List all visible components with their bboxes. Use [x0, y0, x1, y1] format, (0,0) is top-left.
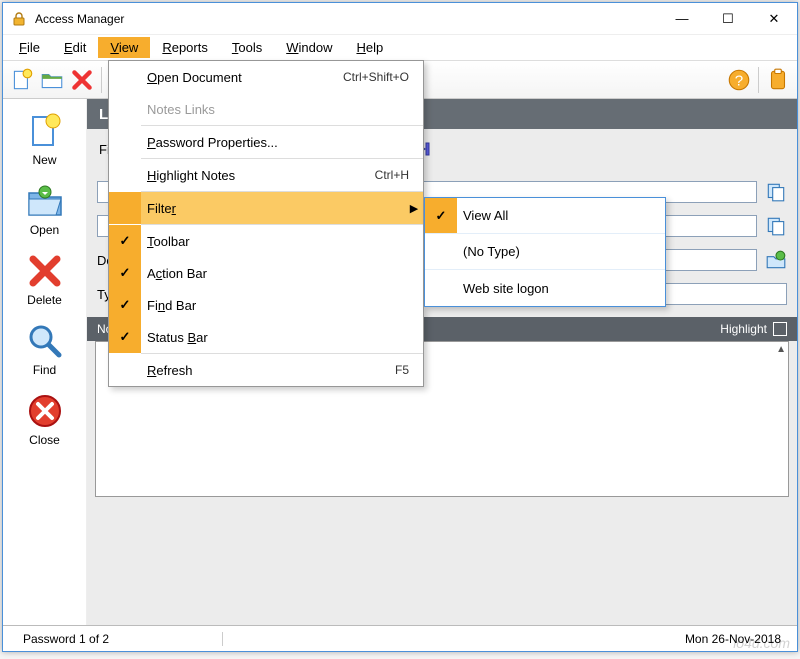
highlight-label: Highlight: [720, 322, 767, 336]
highlight-checkbox[interactable]: [773, 322, 787, 336]
open-button[interactable]: Open: [13, 177, 77, 241]
menubar: File Edit View Reports Tools Window Help: [3, 35, 797, 61]
menu-highlight-notes[interactable]: Highlight Notes Ctrl+H: [109, 159, 423, 191]
menu-toggle-actionbar[interactable]: ✓ Action Bar: [109, 257, 423, 289]
toolbar-separator: [758, 67, 759, 93]
status-left: Password 1 of 2: [3, 632, 223, 646]
maximize-button[interactable]: ☐: [705, 4, 751, 34]
close-button[interactable]: Close: [13, 387, 77, 451]
status-right: Mon 26-Nov-2018: [669, 632, 797, 646]
menu-help[interactable]: Help: [344, 37, 395, 58]
magnifier-icon: [25, 321, 65, 361]
menu-window[interactable]: Window: [274, 37, 344, 58]
check-icon: ✓: [120, 329, 131, 345]
menu-open-document[interactable]: Open Document Ctrl+Shift+O: [109, 61, 423, 93]
titlebar: Access Manager — ☐ ✕: [3, 3, 797, 35]
lock-icon: [11, 11, 27, 27]
check-icon: ✓: [120, 233, 131, 249]
scroll-up-icon[interactable]: ▲: [776, 344, 786, 355]
filter-submenu: ✓ View All (No Type) Web site logon: [424, 197, 666, 307]
check-icon: ✓: [120, 297, 131, 313]
window-title: Access Manager: [35, 12, 659, 26]
tb-open-icon[interactable]: [39, 67, 65, 93]
delete-x-icon: [25, 251, 65, 291]
new-button[interactable]: New: [13, 107, 77, 171]
chevron-right-icon: ▶: [405, 202, 423, 215]
close-circle-icon: [25, 391, 65, 431]
menu-filter[interactable]: Filter ▶: [109, 192, 423, 224]
delete-label: Delete: [27, 293, 62, 307]
check-icon: ✓: [120, 265, 131, 281]
open-document-button[interactable]: [765, 249, 787, 271]
close-label: Close: [29, 433, 60, 447]
svg-text:?: ?: [735, 72, 743, 89]
tb-new-icon[interactable]: [9, 67, 35, 93]
menu-toggle-statusbar[interactable]: ✓ Status Bar: [109, 321, 423, 353]
tb-clipboard-icon[interactable]: [765, 67, 791, 93]
view-dropdown: Open Document Ctrl+Shift+O Notes Links P…: [108, 60, 424, 387]
menu-tools[interactable]: Tools: [220, 37, 274, 58]
copy-user-button[interactable]: [765, 215, 787, 237]
statusbar: Password 1 of 2 Mon 26-Nov-2018: [3, 625, 797, 651]
action-sidebar: New Open Delete Find Close: [3, 99, 87, 625]
filter-no-type[interactable]: (No Type): [425, 234, 665, 270]
menu-edit[interactable]: Edit: [52, 37, 98, 58]
menu-file[interactable]: File: [7, 37, 52, 58]
minimize-button[interactable]: —: [659, 4, 705, 34]
copy-title-button[interactable]: [765, 181, 787, 203]
toolbar-separator: [101, 67, 102, 93]
menu-view[interactable]: View: [98, 37, 150, 58]
menu-notes-links: Notes Links: [109, 93, 423, 125]
filter-web-logon[interactable]: Web site logon: [425, 270, 665, 306]
delete-button[interactable]: Delete: [13, 247, 77, 311]
folder-open-icon: [25, 181, 65, 221]
new-doc-icon: [25, 111, 65, 151]
open-label: Open: [30, 223, 59, 237]
find-button[interactable]: Find: [13, 317, 77, 381]
check-icon: ✓: [436, 208, 447, 224]
menu-toggle-toolbar[interactable]: ✓ Toolbar: [109, 225, 423, 257]
new-label: New: [32, 153, 56, 167]
tb-help-icon[interactable]: ?: [726, 67, 752, 93]
menu-refresh[interactable]: Refresh F5: [109, 354, 423, 386]
menu-reports[interactable]: Reports: [150, 37, 220, 58]
filter-view-all[interactable]: ✓ View All: [425, 198, 665, 234]
close-window-button[interactable]: ✕: [751, 4, 797, 34]
find-label: Find: [33, 363, 56, 377]
menu-toggle-findbar[interactable]: ✓ Find Bar: [109, 289, 423, 321]
menu-password-properties[interactable]: Password Properties...: [109, 126, 423, 158]
tb-delete-icon[interactable]: [69, 67, 95, 93]
